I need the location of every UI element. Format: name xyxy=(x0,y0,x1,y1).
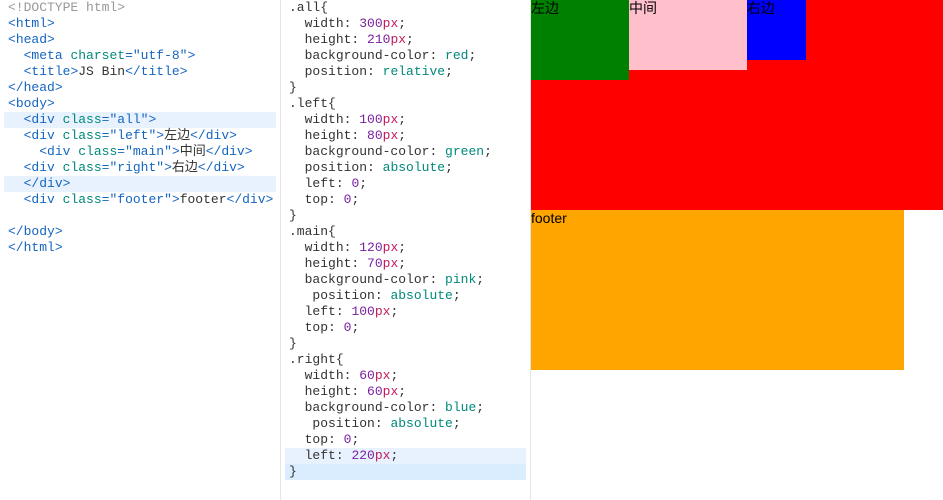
code-line[interactable]: position: absolute; xyxy=(285,288,526,304)
code-line[interactable]: left: 0; xyxy=(285,176,526,192)
code-line[interactable]: width: 60px; xyxy=(285,368,526,384)
code-line[interactable]: <title>JS Bin</title> xyxy=(4,64,276,80)
code-line[interactable]: width: 120px; xyxy=(285,240,526,256)
preview-left-box: 左边 xyxy=(531,0,629,80)
code-line[interactable]: position: absolute; xyxy=(285,160,526,176)
preview-main-label: 中间 xyxy=(629,0,657,16)
preview-footer-label: footer xyxy=(531,210,567,226)
code-line[interactable]: <html> xyxy=(4,16,276,32)
code-line[interactable]: height: 80px; xyxy=(285,128,526,144)
code-line[interactable]: width: 100px; xyxy=(285,112,526,128)
code-line[interactable]: background-color: pink; xyxy=(285,272,526,288)
output-stage: 左边 中间 右边 footer xyxy=(531,0,943,370)
code-line[interactable]: height: 70px; xyxy=(285,256,526,272)
code-line[interactable]: <!DOCTYPE html> xyxy=(4,0,276,16)
jsbin-app: <!DOCTYPE html><html><head> <meta charse… xyxy=(0,0,943,500)
code-line[interactable]: position: absolute; xyxy=(285,416,526,432)
code-line[interactable]: background-color: green; xyxy=(285,144,526,160)
code-line[interactable]: <head> xyxy=(4,32,276,48)
code-line[interactable]: height: 210px; xyxy=(285,32,526,48)
code-line[interactable]: </head> xyxy=(4,80,276,96)
code-line[interactable]: </html> xyxy=(4,240,276,256)
code-line[interactable]: <div class="main">中间</div> xyxy=(4,144,276,160)
code-line[interactable]: <body> xyxy=(4,96,276,112)
code-line[interactable]: top: 0; xyxy=(285,192,526,208)
code-line[interactable]: } xyxy=(285,336,526,352)
code-line[interactable]: <div class="left">左边</div> xyxy=(4,128,276,144)
code-line[interactable]: .all{ xyxy=(285,0,526,16)
code-line[interactable]: .right{ xyxy=(285,352,526,368)
html-editor-panel[interactable]: <!DOCTYPE html><html><head> <meta charse… xyxy=(0,0,281,500)
code-line[interactable]: left: 220px; xyxy=(285,448,526,464)
code-line[interactable]: </body> xyxy=(4,224,276,240)
code-line[interactable]: top: 0; xyxy=(285,320,526,336)
code-line[interactable]: height: 60px; xyxy=(285,384,526,400)
code-line[interactable]: background-color: red; xyxy=(285,48,526,64)
code-line[interactable]: } xyxy=(285,208,526,224)
code-line[interactable]: position: relative; xyxy=(285,64,526,80)
preview-footer-box: footer xyxy=(531,210,904,370)
html-code-area[interactable]: <!DOCTYPE html><html><head> <meta charse… xyxy=(0,0,280,256)
code-line[interactable]: left: 100px; xyxy=(285,304,526,320)
code-line[interactable]: top: 0; xyxy=(285,432,526,448)
code-line[interactable]: width: 300px; xyxy=(285,16,526,32)
code-line[interactable]: <div class="all"> xyxy=(4,112,276,128)
output-preview-panel: 左边 中间 右边 footer xyxy=(531,0,943,500)
code-line[interactable] xyxy=(4,208,276,224)
code-line[interactable]: background-color: blue; xyxy=(285,400,526,416)
code-line[interactable]: <div class="footer">footer</div> xyxy=(4,192,276,208)
preview-main-box: 中间 xyxy=(629,0,747,70)
code-line[interactable]: .left{ xyxy=(285,96,526,112)
preview-all-box: 左边 中间 右边 xyxy=(531,0,943,210)
code-line[interactable]: .main{ xyxy=(285,224,526,240)
preview-left-label: 左边 xyxy=(531,0,559,16)
css-code-area[interactable]: .all{ width: 300px; height: 210px; backg… xyxy=(281,0,530,480)
code-line[interactable]: </div> xyxy=(4,176,276,192)
code-line[interactable]: <meta charset="utf-8"> xyxy=(4,48,276,64)
preview-right-label: 右边 xyxy=(747,0,775,16)
preview-right-box: 右边 xyxy=(747,0,806,60)
code-line[interactable]: <div class="right">右边</div> xyxy=(4,160,276,176)
css-editor-panel[interactable]: .all{ width: 300px; height: 210px; backg… xyxy=(281,0,531,500)
code-line[interactable]: } xyxy=(285,464,526,480)
code-line[interactable]: } xyxy=(285,80,526,96)
